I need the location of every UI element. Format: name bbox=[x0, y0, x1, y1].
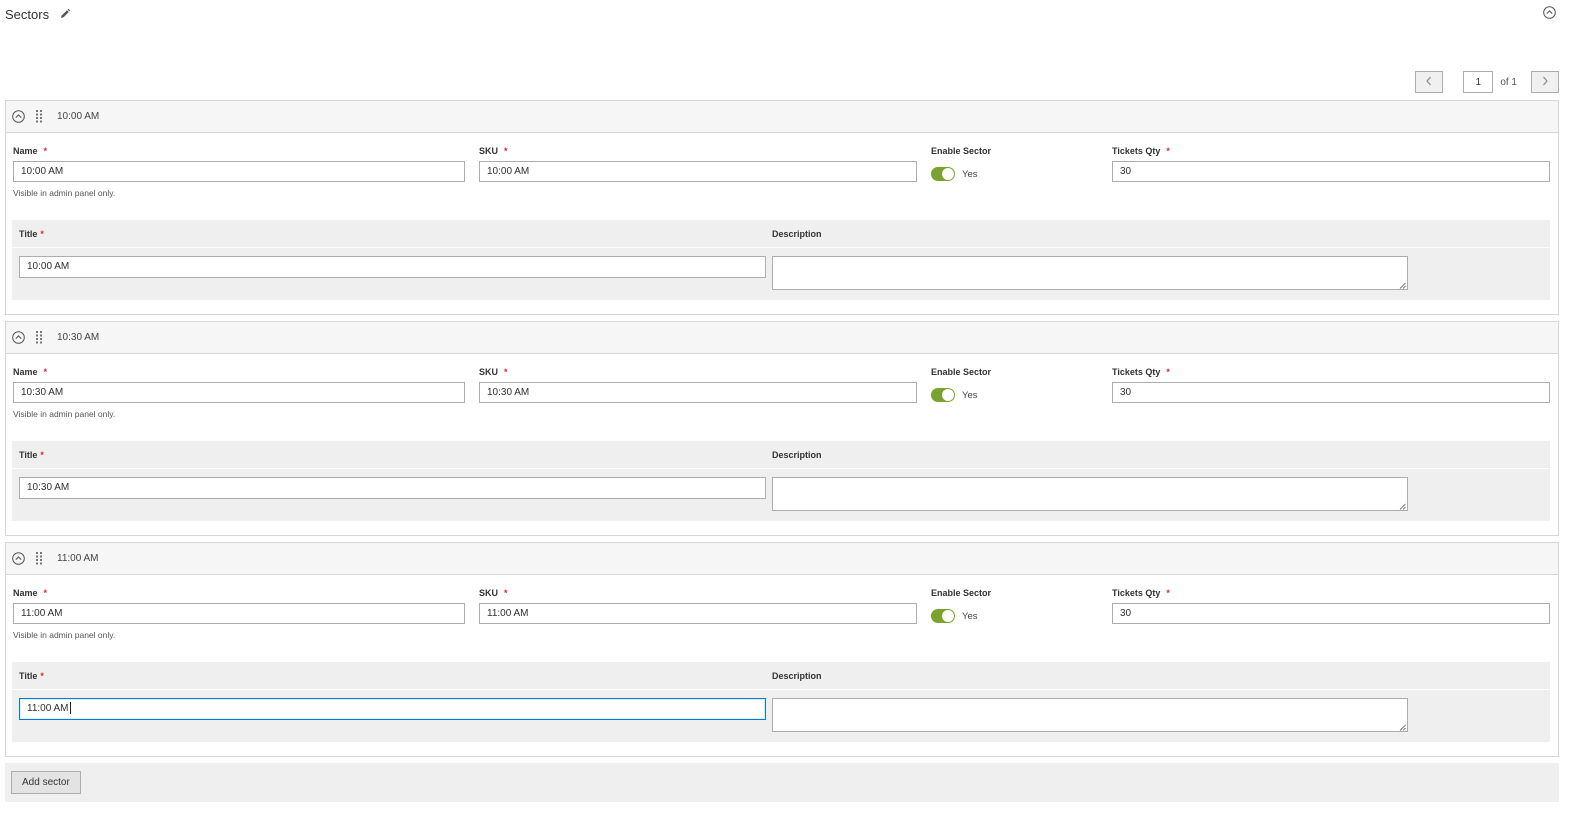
page-number-input[interactable] bbox=[1463, 71, 1494, 93]
title-input[interactable]: 11:00 AM bbox=[19, 698, 766, 720]
chevron-right-icon bbox=[1541, 76, 1549, 89]
next-page-button[interactable] bbox=[1531, 71, 1559, 93]
description-column-header: Description bbox=[772, 229, 822, 239]
drag-handle-icon[interactable] bbox=[35, 552, 43, 565]
name-label: Name * bbox=[13, 367, 48, 377]
title-input[interactable]: 10:30 AM bbox=[19, 477, 766, 499]
collapse-icon[interactable] bbox=[12, 110, 25, 123]
name-note: Visible in admin panel only. bbox=[13, 630, 116, 640]
resize-handle-icon[interactable] bbox=[1399, 502, 1406, 510]
name-label: Name * bbox=[13, 588, 48, 598]
sku-label: SKU * bbox=[479, 146, 508, 156]
sector-header[interactable]: 11:00 AM bbox=[6, 543, 1558, 575]
sector-card: 10:00 AM Name * 10:00 AM Visible in admin… bbox=[5, 100, 1559, 315]
name-input[interactable]: 10:30 AM bbox=[13, 382, 465, 403]
tickets-qty-input[interactable]: 30 bbox=[1112, 161, 1550, 182]
description-column-header: Description bbox=[772, 671, 822, 681]
sector-header[interactable]: 10:00 AM bbox=[6, 101, 1558, 133]
enable-sector-toggle[interactable] bbox=[931, 388, 955, 402]
title-input[interactable]: 10:00 AM bbox=[19, 256, 766, 278]
description-textarea[interactable] bbox=[772, 698, 1408, 732]
add-sector-bar: Add sector bbox=[5, 763, 1559, 802]
description-textarea[interactable] bbox=[772, 477, 1408, 511]
page-total-label: of 1 bbox=[1500, 76, 1517, 88]
prev-page-button[interactable] bbox=[1415, 71, 1444, 93]
collapse-icon[interactable] bbox=[12, 552, 25, 565]
sector-card: 10:30 AM Name * 10:30 AM Visible in admin… bbox=[5, 321, 1559, 536]
resize-handle-icon[interactable] bbox=[1399, 723, 1406, 731]
sku-input[interactable]: 10:00 AM bbox=[479, 161, 917, 182]
enable-sector-value: Yes bbox=[962, 168, 978, 180]
drag-handle-icon[interactable] bbox=[35, 110, 43, 123]
translation-table: Title * Description 10:30 AM bbox=[12, 441, 1550, 521]
section-header: Sectors bbox=[5, 6, 71, 22]
tickets-qty-input[interactable]: 30 bbox=[1112, 603, 1550, 624]
enable-sector-label: Enable Sector bbox=[931, 588, 992, 598]
name-label: Name * bbox=[13, 146, 48, 156]
name-input[interactable]: 10:00 AM bbox=[13, 161, 465, 182]
name-note: Visible in admin panel only. bbox=[13, 188, 116, 198]
resize-handle-icon[interactable] bbox=[1399, 281, 1406, 289]
sector-title: 11:00 AM bbox=[57, 553, 99, 564]
sku-input[interactable]: 10:30 AM bbox=[479, 382, 917, 403]
description-column-header: Description bbox=[772, 450, 822, 460]
sector-title: 10:30 AM bbox=[57, 332, 100, 343]
text-caret bbox=[69, 702, 71, 715]
sku-label: SKU * bbox=[479, 588, 508, 598]
enable-sector-label: Enable Sector bbox=[931, 367, 992, 377]
enable-sector-value: Yes bbox=[962, 389, 978, 401]
sku-label: SKU * bbox=[479, 367, 508, 377]
sector-title: 10:00 AM bbox=[57, 111, 100, 122]
enable-sector-value: Yes bbox=[962, 610, 978, 622]
drag-handle-icon[interactable] bbox=[35, 331, 43, 344]
translation-table: Title * Description 11:00 AM bbox=[12, 662, 1550, 742]
tickets-qty-label: Tickets Qty * bbox=[1112, 146, 1170, 156]
name-note: Visible in admin panel only. bbox=[13, 409, 116, 419]
tickets-qty-input[interactable]: 30 bbox=[1112, 382, 1550, 403]
sector-header[interactable]: 10:30 AM bbox=[6, 322, 1558, 354]
pencil-icon[interactable] bbox=[59, 8, 71, 20]
title-column-header: Title * bbox=[19, 671, 44, 681]
collapse-icon[interactable] bbox=[12, 331, 25, 344]
collapse-icon[interactable] bbox=[1543, 6, 1556, 19]
description-textarea[interactable] bbox=[772, 256, 1408, 290]
tickets-qty-label: Tickets Qty * bbox=[1112, 367, 1170, 377]
translation-table: Title * Description 10:00 AM bbox=[12, 220, 1550, 300]
sku-input[interactable]: 11:00 AM bbox=[479, 603, 917, 624]
pagination: of 1 bbox=[1415, 71, 1559, 93]
add-sector-button[interactable]: Add sector bbox=[11, 771, 81, 794]
section-title: Sectors bbox=[5, 6, 50, 22]
chevron-left-icon bbox=[1425, 76, 1433, 89]
enable-sector-toggle[interactable] bbox=[931, 167, 955, 181]
title-column-header: Title * bbox=[19, 450, 44, 460]
enable-sector-toggle[interactable] bbox=[931, 609, 955, 623]
enable-sector-label: Enable Sector bbox=[931, 146, 992, 156]
sector-card: 11:00 AM Name * 11:00 AM Visible in admin… bbox=[5, 542, 1559, 757]
name-input[interactable]: 11:00 AM bbox=[13, 603, 465, 624]
tickets-qty-label: Tickets Qty * bbox=[1112, 588, 1170, 598]
title-column-header: Title * bbox=[19, 229, 44, 239]
